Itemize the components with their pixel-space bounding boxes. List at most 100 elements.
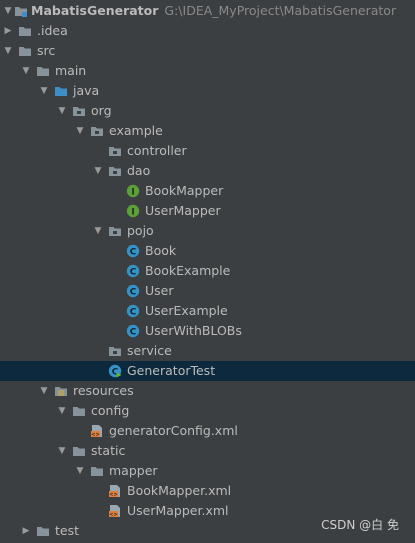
tree-label-usermapper: UserMapper xyxy=(145,203,221,218)
tree-label-example: example xyxy=(109,123,163,138)
folder-icon xyxy=(37,527,49,536)
svg-text:<>: <> xyxy=(109,492,117,498)
class-icon: C xyxy=(126,284,140,298)
tree-label-pojo: pojo xyxy=(127,223,154,238)
folder-icon xyxy=(73,407,85,416)
tree-label-config: config xyxy=(91,403,130,418)
tree-row-org[interactable]: ▼ org xyxy=(0,101,415,121)
tree-label-bookmapper: BookMapper xyxy=(145,183,224,198)
tree-label-java: java xyxy=(73,83,100,98)
class-icon: C xyxy=(126,264,140,278)
interface-icon: I xyxy=(126,204,140,218)
svg-text:I: I xyxy=(131,208,134,218)
runnable-class-icon: C xyxy=(108,364,122,378)
package-icon xyxy=(73,107,85,116)
tree-row-generatorconfig[interactable]: <> generatorConfig.xml xyxy=(0,421,415,441)
chevron-down-icon[interactable]: ▼ xyxy=(74,461,86,481)
tree-row-pojo[interactable]: ▼ pojo xyxy=(0,221,415,241)
chevron-down-icon[interactable]: ▼ xyxy=(56,101,68,121)
tree-row-src[interactable]: ▼ src xyxy=(0,41,415,61)
csdn-watermark: CSDN @白 免 xyxy=(321,518,399,532)
tree-label-src: src xyxy=(37,43,56,58)
chevron-down-icon[interactable]: ▼ xyxy=(38,81,50,101)
project-path: G:\IDEA_MyProject\MabatisGenerator xyxy=(164,3,397,18)
package-icon xyxy=(91,127,103,136)
tree-label-userwithblobs: UserWithBLOBs xyxy=(145,323,242,338)
chevron-right-icon[interactable]: ▶ xyxy=(20,521,32,541)
tree-label-static: static xyxy=(91,443,126,458)
tree-row-usermapper[interactable]: I UserMapper xyxy=(0,201,415,221)
tree-row-main[interactable]: ▼ main xyxy=(0,61,415,81)
tree-row-userexample[interactable]: C UserExample xyxy=(0,301,415,321)
package-icon xyxy=(109,227,121,236)
tree-row-resources[interactable]: ▼ resources xyxy=(0,381,415,401)
resources-folder-icon xyxy=(55,387,67,396)
folder-icon xyxy=(91,467,103,476)
tree-label-book: Book xyxy=(145,243,177,258)
chevron-down-icon[interactable]: ▼ xyxy=(74,121,86,141)
package-icon xyxy=(109,147,121,156)
tree-row-userwithblobs[interactable]: C UserWithBLOBs xyxy=(0,321,415,341)
xml-file-icon: <> xyxy=(109,505,120,518)
tree-row-project[interactable]: ▼ MabatisGenerator G:\IDEA_MyProject\Maba… xyxy=(0,1,415,21)
tree-label-controller: controller xyxy=(127,143,187,158)
tree-label-idea: .idea xyxy=(37,23,68,38)
chevron-down-icon[interactable]: ▼ xyxy=(92,161,104,181)
chevron-down-icon[interactable]: ▼ xyxy=(92,221,104,241)
tree-row-static[interactable]: ▼ static xyxy=(0,441,415,461)
project-tree: ▼ MabatisGenerator G:\IDEA_MyProject\Maba… xyxy=(0,1,415,541)
chevron-down-icon[interactable]: ▼ xyxy=(56,401,68,421)
tree-label-org: org xyxy=(91,103,112,118)
chevron-down-icon[interactable]: ▼ xyxy=(56,441,68,461)
tree-label-resources: resources xyxy=(73,383,134,398)
tree-row-bookmapper[interactable]: I BookMapper xyxy=(0,181,415,201)
tree-label-generatortest: GeneratorTest xyxy=(127,363,216,378)
chevron-down-icon[interactable]: ▼ xyxy=(20,61,32,81)
chevron-right-icon[interactable]: ▶ xyxy=(2,21,14,41)
tree-label-bookexample: BookExample xyxy=(145,263,231,278)
svg-text:<>: <> xyxy=(91,432,99,438)
tree-label-generatorconfig: generatorConfig.xml xyxy=(109,423,238,438)
xml-file-icon: <> xyxy=(91,425,102,438)
folder-icon xyxy=(19,27,31,36)
tree-row-book[interactable]: C Book xyxy=(0,241,415,261)
tree-row-bookexample[interactable]: C BookExample xyxy=(0,261,415,281)
interface-icon: I xyxy=(126,184,140,198)
tree-row-java[interactable]: ▼ java xyxy=(0,81,415,101)
svg-text:C: C xyxy=(130,288,137,298)
tree-label-usermapper-xml: UserMapper.xml xyxy=(127,503,229,518)
folder-icon xyxy=(19,47,31,56)
class-icon: C xyxy=(126,304,140,318)
tree-row-mapper[interactable]: ▼ mapper xyxy=(0,461,415,481)
chevron-down-icon[interactable]: ▼ xyxy=(38,381,50,401)
tree-row-idea[interactable]: ▶ .idea xyxy=(0,21,415,41)
tree-label-main: main xyxy=(55,63,87,78)
tree-row-config[interactable]: ▼ config xyxy=(0,401,415,421)
class-icon: C xyxy=(126,244,140,258)
folder-icon xyxy=(73,447,85,456)
tree-label-test: test xyxy=(55,523,80,538)
package-icon xyxy=(109,347,121,356)
tree-row-bookmapper-xml[interactable]: <> BookMapper.xml xyxy=(0,481,415,501)
tree-label-mapper: mapper xyxy=(109,463,158,478)
tree-row-dao[interactable]: ▼ dao xyxy=(0,161,415,181)
tree-row-generatortest[interactable]: C GeneratorTest xyxy=(0,361,415,381)
svg-text:C: C xyxy=(130,248,137,258)
tree-label-service: service xyxy=(127,343,172,358)
svg-text:I: I xyxy=(131,188,134,198)
source-folder-icon xyxy=(55,87,67,96)
xml-file-icon: <> xyxy=(109,485,120,498)
tree-label-user: User xyxy=(145,283,174,298)
tree-row-user[interactable]: C User xyxy=(0,281,415,301)
package-icon xyxy=(109,167,121,176)
tree-row-example[interactable]: ▼ example xyxy=(0,121,415,141)
folder-icon xyxy=(37,67,49,76)
tree-label-userexample: UserExample xyxy=(145,303,228,318)
tree-label-bookmapper-xml: BookMapper.xml xyxy=(127,483,232,498)
tree-row-controller[interactable]: controller xyxy=(0,141,415,161)
tree-row-service[interactable]: service xyxy=(0,341,415,361)
chevron-down-icon[interactable]: ▼ xyxy=(2,41,14,61)
svg-text:C: C xyxy=(130,268,137,278)
chevron-down-icon[interactable]: ▼ xyxy=(2,1,14,21)
tree-label-dao: dao xyxy=(127,163,151,178)
